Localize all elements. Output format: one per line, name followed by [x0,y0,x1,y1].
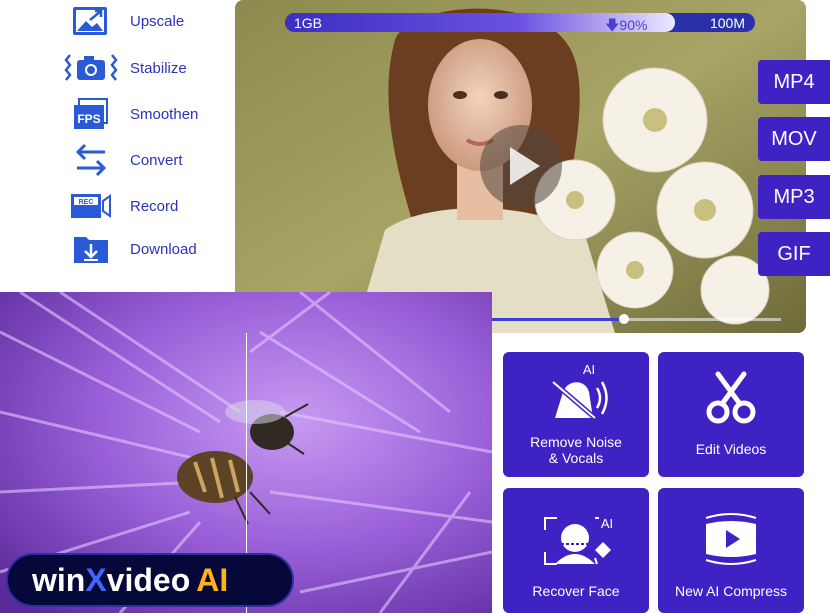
feature-label: Stabilize [130,59,187,77]
feature-label: Download [130,240,197,258]
upscale-icon [60,1,122,41]
format-mp3-button[interactable]: MP3 [758,175,830,219]
logo-wordmark: winXvideo AI [32,562,228,598]
compression-ratio-bar: 1GB 🡇90% 100M [285,13,755,32]
fps-icon: FPS [60,94,122,134]
stabilize-icon [60,48,122,88]
feature-convert[interactable]: Convert [60,140,183,180]
size-reduction: 🡇90% [605,15,647,32]
card-label-2: & Vocals [548,450,604,466]
feature-label: Upscale [130,12,185,30]
convert-icon [60,140,122,180]
recover-face-icon: AI [544,516,613,565]
card-label: Recover Face [532,583,620,599]
card-label: Remove Noise [530,434,622,450]
download-icon [60,229,122,269]
size-after: 100M [709,15,745,31]
arrow-down-icon: 🡇 [605,17,620,32]
winxvideo-ai-logo: winXvideo AI [6,553,294,607]
format-mp4-button[interactable]: MP4 [758,60,830,104]
scissors-icon [706,371,756,424]
feature-label: Record [130,197,179,215]
card-remove-noise[interactable]: AI Remove Noise & Vocals [503,352,649,477]
feature-download[interactable]: Download [60,229,197,269]
record-icon: REC [60,186,122,226]
ai-label: AI [601,516,613,531]
card-label: New AI Compress [674,583,788,599]
format-mov-button[interactable]: MOV [758,117,830,161]
feature-upscale[interactable]: Upscale [60,1,184,41]
card-label: Edit Videos [695,441,767,457]
feature-smoothen[interactable]: FPS Smoothen [60,94,198,134]
feature-label: Convert [130,151,183,169]
format-gif-button[interactable]: GIF [758,232,830,276]
feature-label: Smoothen [130,105,199,123]
play-button[interactable] [480,125,562,207]
play-icon [510,147,540,185]
rec-text: REC [79,199,94,206]
feature-stabilize[interactable]: Stabilize [60,48,187,88]
svg-text:winXvideoAI: winXvideo AI [32,562,228,598]
fps-text: FPS [77,112,100,126]
size-before: 1GB [294,15,323,31]
compress-icon [705,513,757,565]
card-edit-videos[interactable]: Edit Videos [658,352,804,477]
video-player[interactable]: 1GB 🡇90% 100M [235,0,806,333]
card-ai-compress[interactable]: New AI Compress [658,488,804,613]
card-recover-face[interactable]: AI Recover Face [503,488,649,613]
ai-label: AI [583,362,595,377]
remove-noise-icon: AI [551,362,608,420]
reduction-value: 90% [619,17,648,32]
feature-record[interactable]: REC Record [60,186,178,226]
